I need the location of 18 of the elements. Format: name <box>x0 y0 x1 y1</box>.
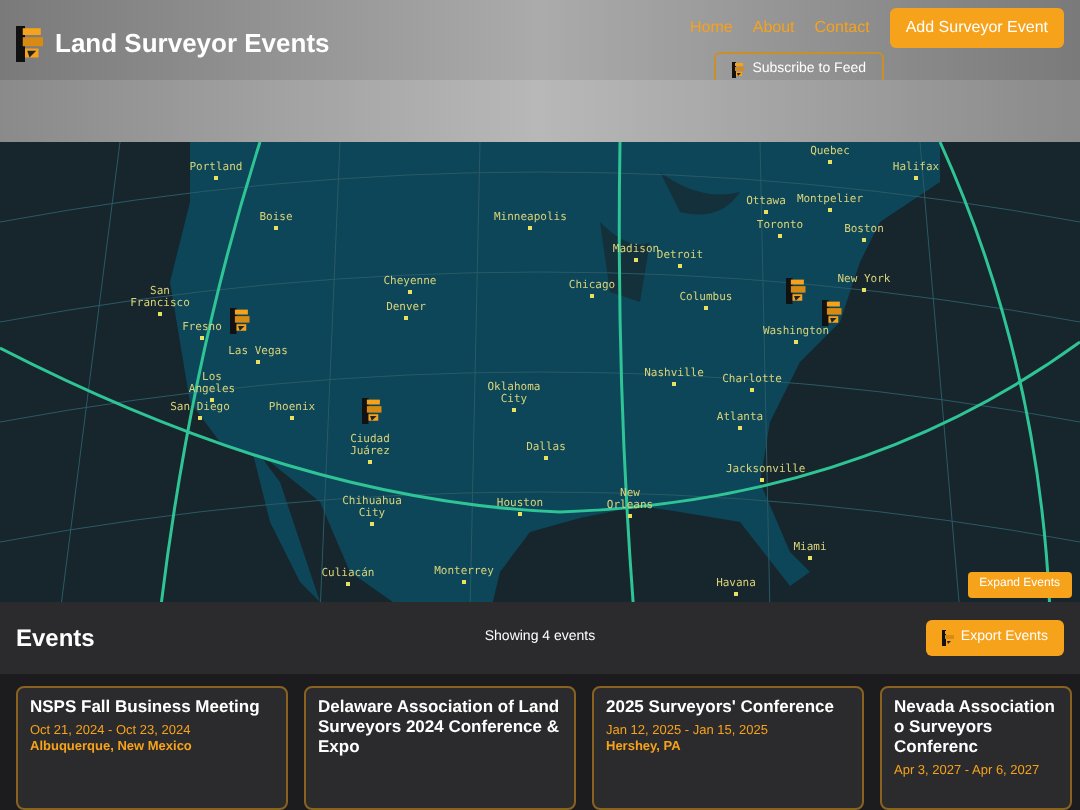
logo-icon <box>16 25 43 62</box>
event-title: 2025 Surveyors' Conference <box>606 696 836 716</box>
nav-link[interactable]: About <box>752 16 795 40</box>
feed-icon <box>732 62 745 79</box>
event-marker-icon <box>230 308 250 334</box>
nav-link[interactable]: Home <box>690 16 733 40</box>
nav-link[interactable]: Contact <box>814 16 870 40</box>
event-marker-icon <box>822 300 842 326</box>
events-heading: Events <box>16 622 97 656</box>
site-title: Land Surveyor Events <box>55 26 330 62</box>
event-title: Nevada Association o Surveyors Conferenc <box>894 696 1057 756</box>
event-marker-icon <box>786 278 806 304</box>
event-marker-icon <box>362 398 382 424</box>
event-title: Delaware Association of Land Surveyors 2024 Conference & Expo <box>318 696 562 756</box>
event-title: NSPS Fall Business Meeting <box>30 696 262 716</box>
event-card[interactable]: Delaware Association of Land Surveyors 2024 Conference & Expo <box>304 686 576 810</box>
export-icon <box>942 630 955 646</box>
add-event-button[interactable]: Add Surveyor Event <box>889 8 1064 48</box>
